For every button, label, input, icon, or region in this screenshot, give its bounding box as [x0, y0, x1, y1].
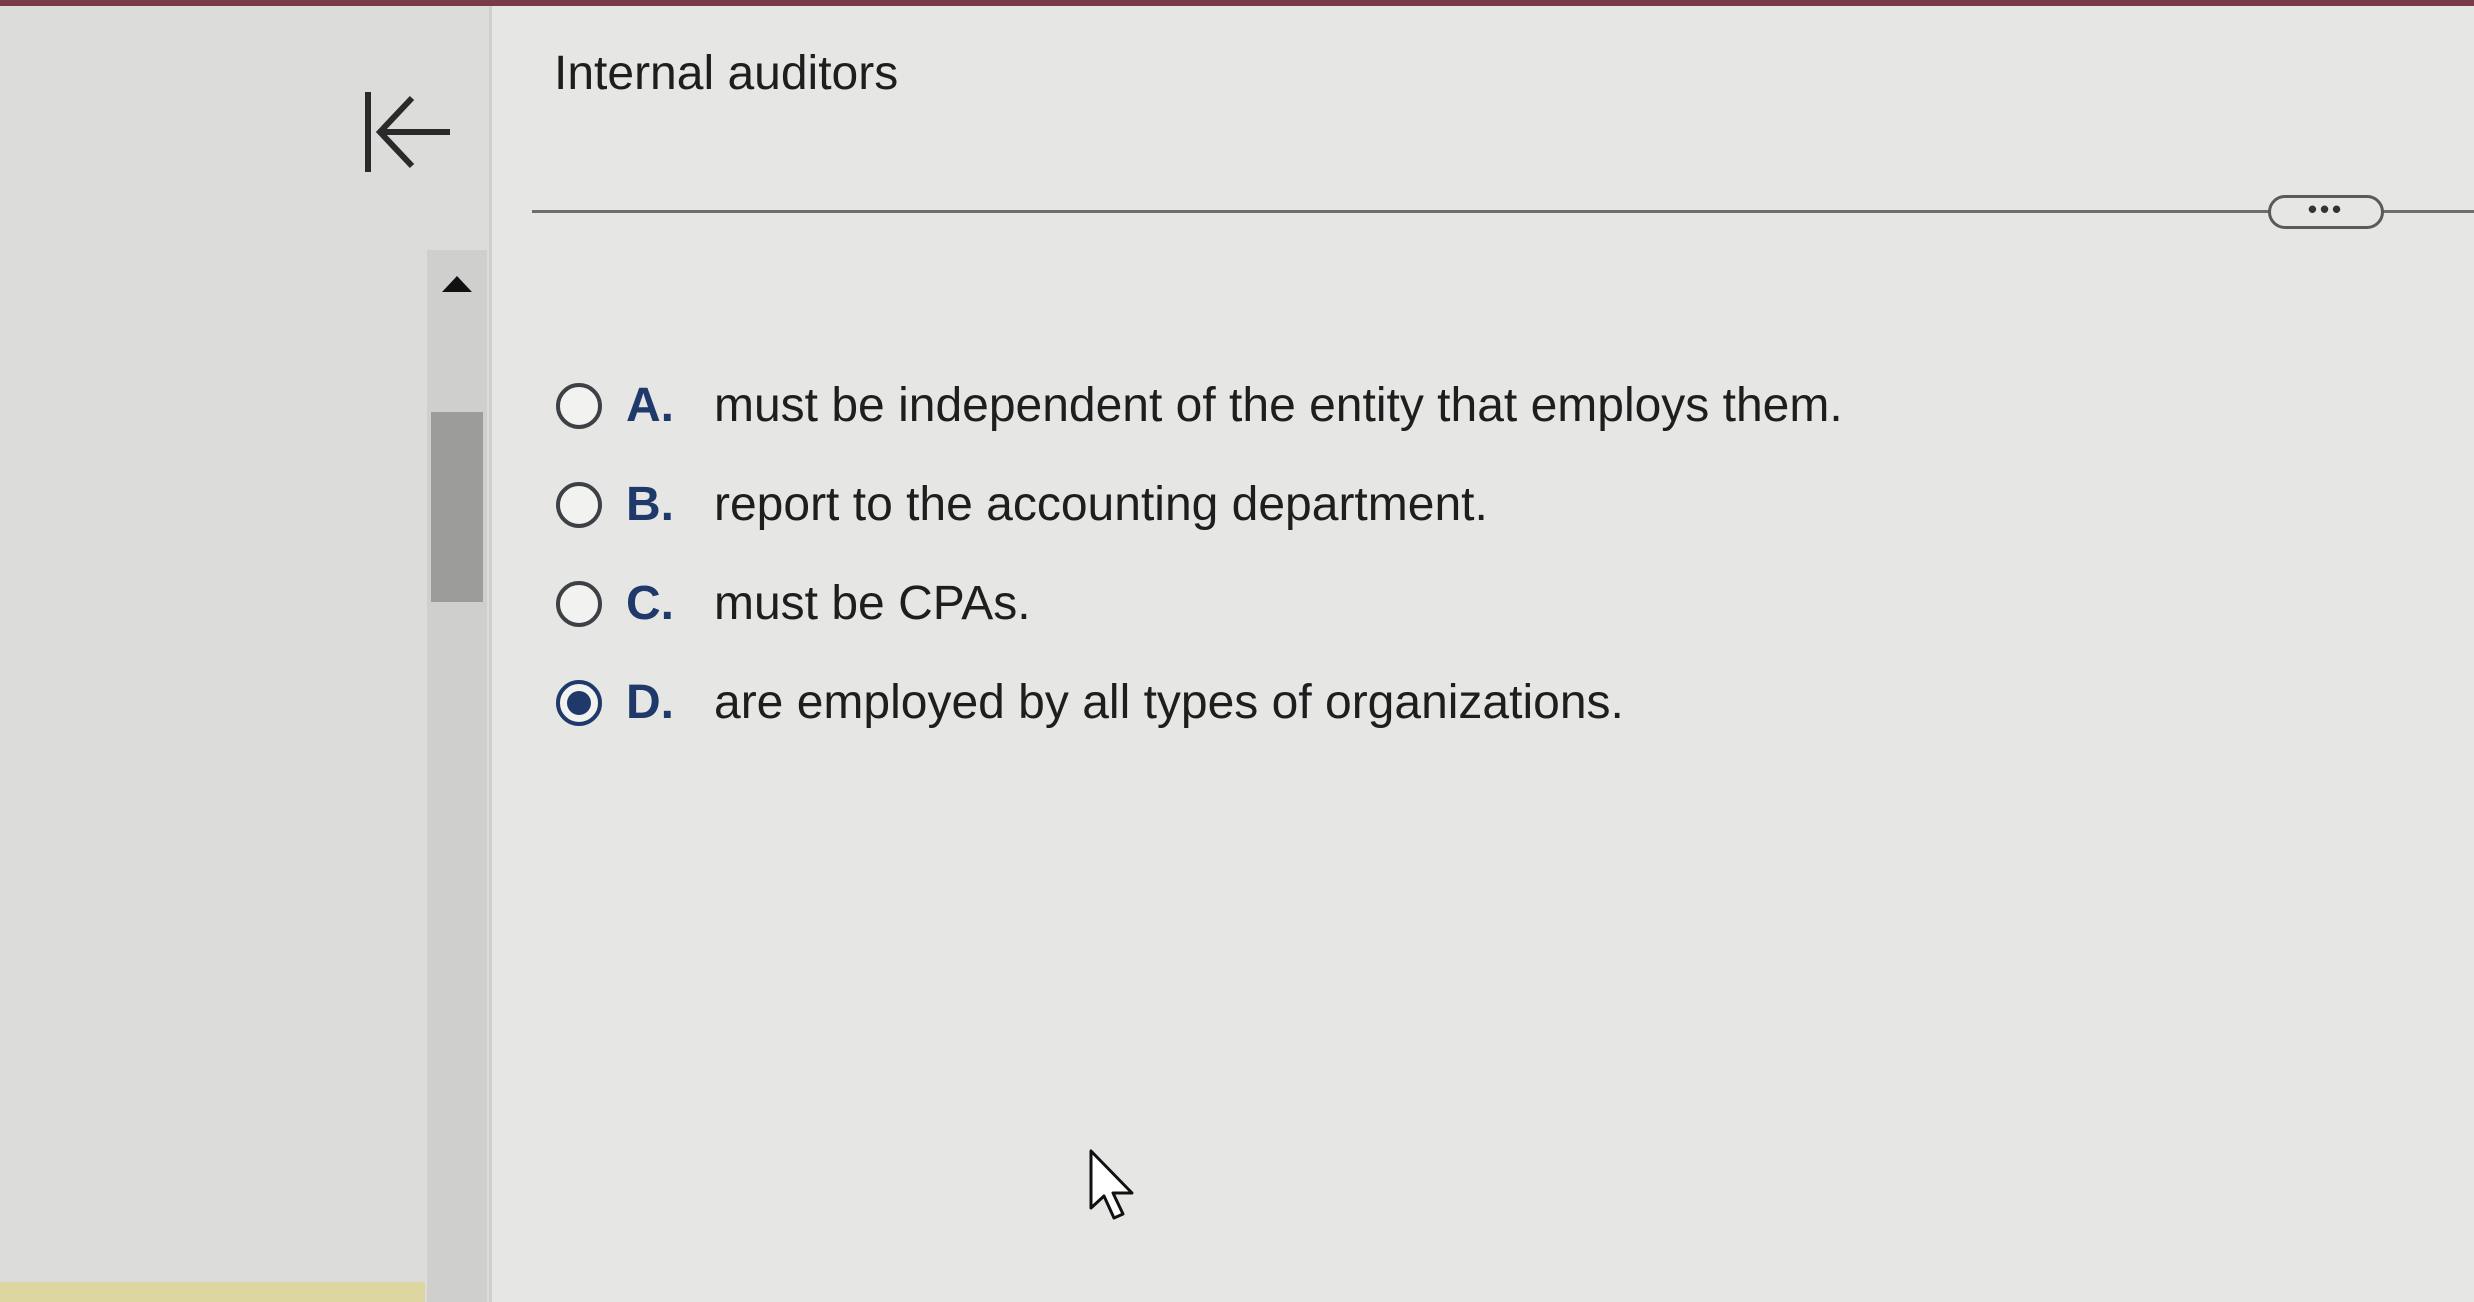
mouse-pointer-icon: [1089, 1149, 1134, 1220]
vertical-scrollbar[interactable]: [427, 250, 487, 1302]
option-text: report to the accounting department.: [714, 478, 1488, 531]
option-letter: D.: [626, 676, 674, 729]
question-title: Internal auditors: [554, 47, 899, 100]
option-letter: A.: [626, 379, 674, 432]
option-text: must be independent of the entity that e…: [714, 379, 1843, 432]
option-d[interactable]: D. are employed by all types of organiza…: [556, 653, 1843, 752]
radio-button[interactable]: [556, 580, 602, 627]
left-panel: [0, 6, 490, 1302]
option-letter: C.: [626, 577, 674, 630]
radio-button[interactable]: [556, 382, 602, 429]
scroll-thumb[interactable]: [431, 412, 483, 602]
more-options-button[interactable]: •••: [2268, 195, 2384, 229]
option-c[interactable]: C. must be CPAs.: [556, 554, 1843, 653]
answer-options-list: A. must be independent of the entity tha…: [556, 356, 1843, 752]
bottom-accent-bar: [0, 1282, 425, 1302]
option-text: must be CPAs.: [714, 577, 1031, 630]
radio-button-selected[interactable]: [556, 679, 602, 726]
option-text: are employed by all types of organizatio…: [714, 676, 1624, 729]
option-a[interactable]: A. must be independent of the entity tha…: [556, 356, 1843, 455]
option-b[interactable]: B. report to the accounting department.: [556, 455, 1843, 554]
collapse-panel-button[interactable]: [350, 82, 460, 182]
option-letter: B.: [626, 478, 674, 531]
divider-line: [532, 210, 2474, 213]
triangle-up-icon: [442, 276, 472, 292]
collapse-left-icon: [365, 92, 450, 172]
scroll-up-button[interactable]: [427, 270, 487, 300]
radio-button[interactable]: [556, 481, 602, 528]
